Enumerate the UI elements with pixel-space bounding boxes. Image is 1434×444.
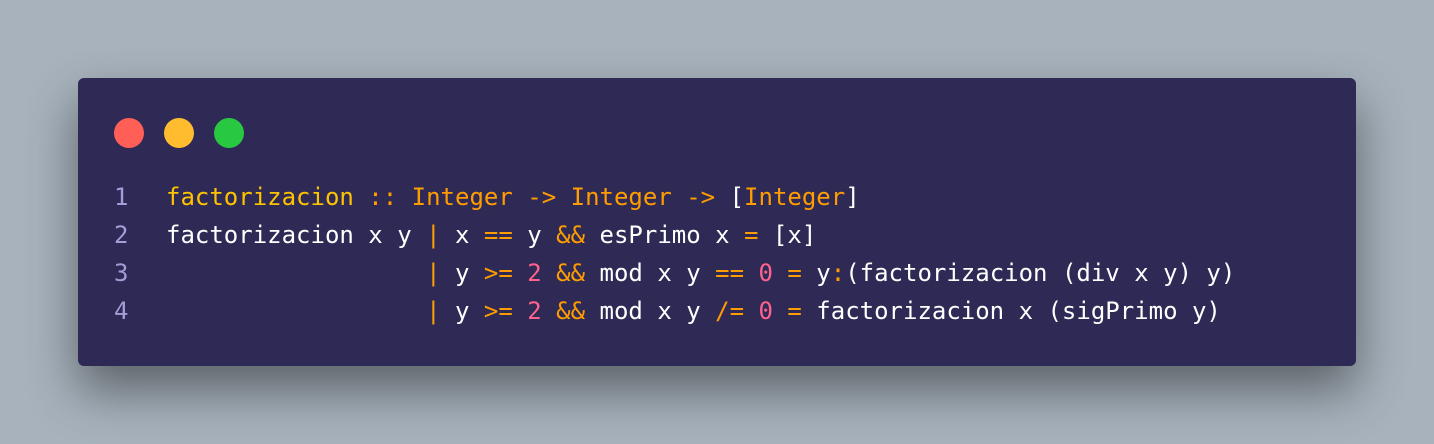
code-token: &&	[556, 259, 586, 287]
code-token: [	[715, 183, 745, 211]
code-token: 2	[527, 259, 542, 287]
minimize-dot[interactable]	[164, 118, 194, 148]
code-token: factorizacion x (sigPrimo y)	[801, 297, 1221, 325]
code-token: y	[512, 221, 557, 249]
maximize-dot[interactable]	[214, 118, 244, 148]
code-token: /=	[715, 297, 745, 325]
code-token: 0	[758, 297, 773, 325]
code-token: y	[440, 259, 484, 287]
code-token: :	[830, 259, 846, 287]
code-token: ->	[527, 183, 557, 211]
code-token: mod x y	[585, 259, 716, 287]
code-token: ->	[686, 183, 716, 211]
code-text: | y >= 2 && mod x y == 0 = y:(factorizac…	[166, 254, 1235, 292]
code-token: factorizacion	[166, 183, 354, 211]
code-token: &&	[556, 297, 586, 325]
code-token: factorizacion x y	[166, 221, 427, 249]
code-token: |	[426, 259, 441, 287]
code-token: ==	[483, 221, 513, 249]
code-token: 0	[758, 259, 773, 287]
close-dot[interactable]	[114, 118, 144, 148]
code-token: >=	[483, 259, 513, 287]
code-token: ==	[715, 259, 745, 287]
code-token: y	[440, 297, 484, 325]
code-token: =	[787, 297, 802, 325]
code-block: 1 factorizacion :: Integer -> Integer -> …	[78, 178, 1356, 330]
code-token: y	[801, 259, 831, 287]
code-token: >=	[483, 297, 513, 325]
code-text: factorizacion x y | x == y && esPrimo x …	[166, 216, 816, 254]
code-text: factorizacion :: Integer -> Integer -> […	[166, 178, 860, 216]
code-line: 1 factorizacion :: Integer -> Integer -> …	[78, 178, 1356, 216]
line-number: 1	[114, 183, 129, 211]
code-token: mod x y	[585, 297, 716, 325]
window-controls	[114, 118, 244, 148]
code-token: esPrimo x	[585, 221, 745, 249]
code-token: |	[426, 221, 441, 249]
code-token: |	[426, 297, 441, 325]
code-token: ::	[368, 183, 398, 211]
code-token: [x]	[758, 221, 817, 249]
code-token: =	[787, 259, 802, 287]
code-window: 1 factorizacion :: Integer -> Integer -> …	[78, 78, 1356, 366]
code-token: Integer	[570, 183, 672, 211]
line-number: 3	[114, 259, 129, 287]
code-token: &&	[556, 221, 586, 249]
code-line: 2 factorizacion x y | x == y && esPrimo x…	[78, 216, 1356, 254]
code-token: x	[440, 221, 484, 249]
code-line: 3 | y >= 2 && mod x y == 0 = y:(factoriz…	[78, 254, 1356, 292]
code-token: 2	[527, 297, 542, 325]
code-token: =	[744, 221, 759, 249]
code-line: 4 | y >= 2 && mod x y /= 0 = factorizaci…	[78, 292, 1356, 330]
code-token: ]	[845, 183, 860, 211]
code-token: Integer	[744, 183, 846, 211]
line-number: 2	[114, 221, 129, 249]
code-token: Integer	[411, 183, 513, 211]
line-number: 4	[114, 297, 129, 325]
code-text: | y >= 2 && mod x y /= 0 = factorizacion…	[166, 292, 1221, 330]
code-token: (factorizacion (div x y) y)	[845, 259, 1236, 287]
